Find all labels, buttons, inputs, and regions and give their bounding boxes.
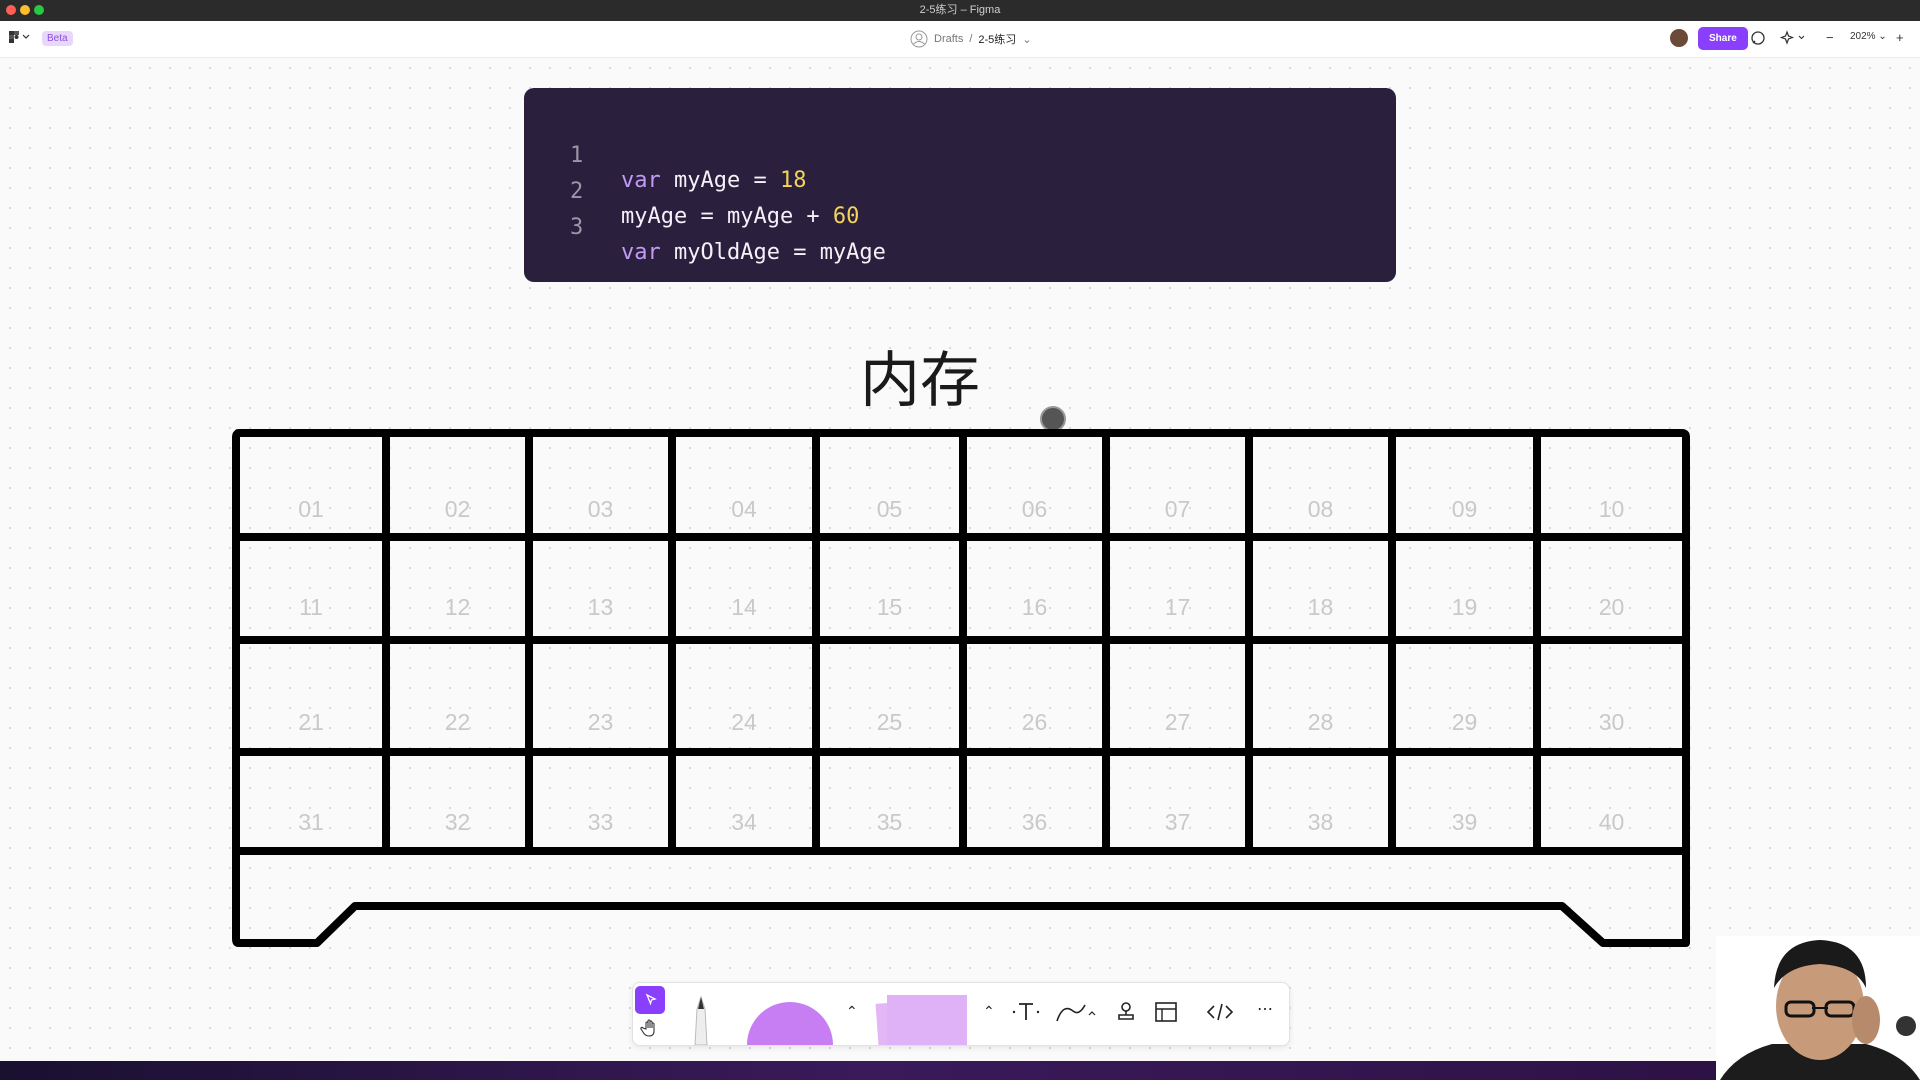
memory-cell-label: 31 — [298, 809, 324, 835]
memory-cell-label: 38 — [1307, 809, 1334, 835]
memory-grid-drawing[interactable] — [0, 0, 1920, 1080]
bottom-toolbar: ⌃ ⌃ ⋯ — [632, 982, 1290, 1048]
text-tool-icon[interactable] — [1011, 999, 1041, 1031]
memory-cell-label: 40 — [1598, 809, 1625, 835]
memory-cell-label: 29 — [1451, 709, 1478, 735]
stamp-tool-icon[interactable] — [1113, 999, 1139, 1031]
memory-cell-label: 08 — [1307, 496, 1334, 522]
memory-cell-label: 24 — [731, 709, 757, 735]
memory-cell-label: 02 — [444, 496, 471, 522]
memory-cell-label: 13 — [587, 594, 614, 620]
code-block-icon[interactable] — [1205, 999, 1235, 1031]
memory-cell-label: 09 — [1451, 496, 1478, 522]
memory-cell-label: 32 — [444, 809, 471, 835]
memory-cell-label: 16 — [1021, 594, 1048, 620]
hand-tool-icon[interactable] — [639, 1017, 661, 1045]
memory-cell-label: 28 — [1307, 709, 1334, 735]
memory-cell-label: 36 — [1021, 809, 1048, 835]
memory-cell-label: 30 — [1598, 709, 1625, 735]
memory-cell-label: 34 — [731, 809, 757, 835]
memory-cell-label: 26 — [1021, 709, 1048, 735]
memory-cell-label: 19 — [1451, 594, 1478, 620]
shape-tool-icon[interactable] — [745, 993, 835, 1051]
pen-tool-icon[interactable] — [683, 991, 719, 1051]
memory-cell-label: 12 — [444, 594, 471, 620]
memory-cell-label: 18 — [1307, 594, 1334, 620]
memory-cell-label: 25 — [876, 709, 903, 735]
desktop-dock — [0, 1061, 1920, 1080]
more-icon[interactable]: ⋯ — [1257, 999, 1273, 1019]
memory-cell-label: 17 — [1164, 594, 1191, 620]
memory-cell-label: 01 — [298, 496, 324, 522]
memory-cell-label: 05 — [876, 496, 903, 522]
memory-cell-label: 04 — [731, 496, 757, 522]
memory-cell-label: 23 — [587, 709, 614, 735]
memory-cell-label: 15 — [876, 594, 903, 620]
memory-cell-label: 39 — [1451, 809, 1478, 835]
memory-cell-label: 10 — [1598, 496, 1625, 522]
memory-cell-label: 14 — [731, 594, 757, 620]
table-tool-icon[interactable] — [1153, 999, 1179, 1031]
memory-cell-label: 20 — [1598, 594, 1625, 620]
memory-cell-label: 21 — [298, 709, 324, 735]
memory-cell-label: 33 — [587, 809, 614, 835]
memory-cell-label: 03 — [587, 496, 614, 522]
sticky-note-tool-icon[interactable] — [873, 993, 973, 1051]
memory-cell-label: 27 — [1164, 709, 1191, 735]
chevron-up-icon[interactable]: ⌃ — [983, 1003, 995, 1020]
webcam-overlay — [1716, 936, 1920, 1080]
memory-cell-label: 35 — [876, 809, 903, 835]
move-tool-icon[interactable] — [635, 986, 665, 1014]
memory-cell-label: 37 — [1164, 809, 1191, 835]
memory-cell-label: 11 — [299, 594, 323, 620]
connector-tool-icon[interactable] — [1053, 999, 1097, 1031]
memory-cell-label: 22 — [444, 709, 471, 735]
memory-cell-label: 07 — [1164, 496, 1191, 522]
memory-cell-label: 06 — [1021, 496, 1048, 522]
chevron-up-icon[interactable]: ⌃ — [846, 1003, 858, 1020]
